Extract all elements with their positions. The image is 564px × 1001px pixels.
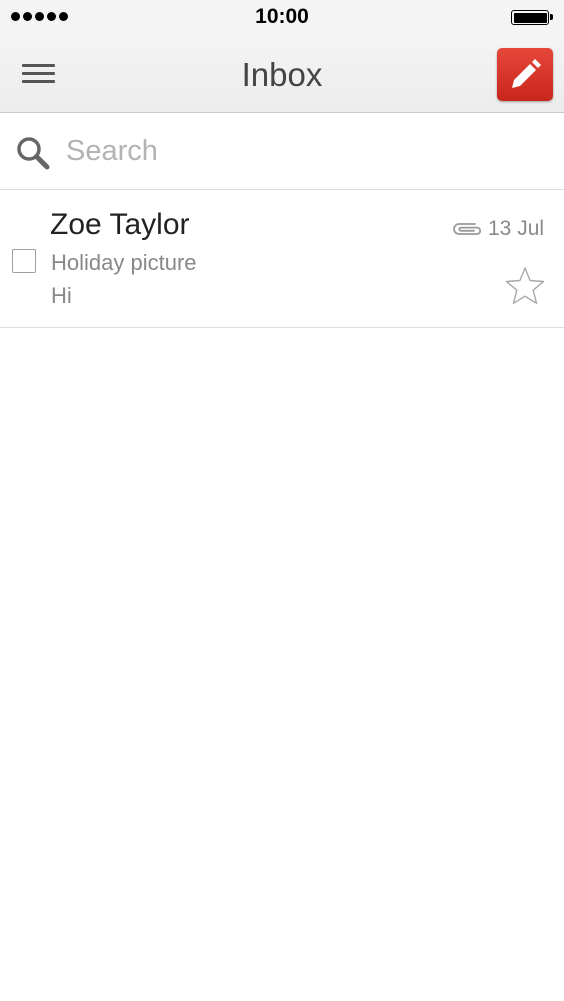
message-subject: Holiday picture bbox=[51, 250, 197, 275]
status-time: 10:00 bbox=[255, 5, 309, 28]
star-icon[interactable] bbox=[504, 266, 546, 306]
message-row[interactable]: Zoe Taylor Holiday picture Hi 13 Jul bbox=[0, 190, 564, 328]
search-input[interactable] bbox=[66, 131, 536, 171]
page-title: Inbox bbox=[241, 56, 323, 93]
message-sender: Zoe Taylor bbox=[50, 208, 190, 241]
compose-button[interactable] bbox=[497, 48, 553, 101]
hamburger-menu-icon[interactable] bbox=[22, 63, 55, 87]
battery-icon bbox=[511, 10, 553, 25]
status-bar: 10:00 bbox=[0, 0, 564, 38]
search-bar bbox=[0, 113, 564, 190]
search-icon bbox=[17, 137, 50, 170]
pencil-icon bbox=[512, 59, 541, 88]
nav-bar: Inbox bbox=[0, 38, 564, 113]
message-date: 13 Jul bbox=[488, 217, 545, 240]
paperclip-icon bbox=[453, 223, 482, 235]
message-checkbox[interactable] bbox=[12, 249, 36, 273]
message-snippet: Hi bbox=[51, 283, 72, 308]
